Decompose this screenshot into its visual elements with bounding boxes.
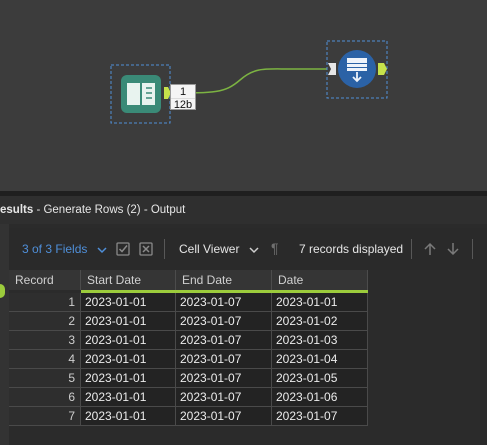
output-anchor[interactable] [378, 63, 387, 75]
results-title-bold: esults [0, 204, 34, 216]
column-header-start-date[interactable]: Start Date [81, 270, 176, 290]
results-side-strip [0, 224, 9, 445]
date-cell[interactable]: 2023-01-06 [272, 388, 368, 407]
record-number-cell: 4 [9, 350, 81, 369]
results-title-subtitle: - Generate Rows (2) - Output [33, 204, 186, 216]
record-number-cell: 2 [9, 312, 81, 331]
chevron-down-icon [97, 247, 107, 253]
start-date-cell[interactable]: 2023-01-01 [81, 331, 176, 350]
select-all-icon[interactable] [116, 242, 130, 256]
pilcrow-icon[interactable]: ¶ [271, 240, 279, 256]
end-date-cell[interactable]: 2023-01-07 [176, 350, 272, 369]
start-date-cell[interactable]: 2023-01-01 [81, 369, 176, 388]
date-cell[interactable]: 2023-01-07 [272, 407, 368, 426]
arrow-down-icon[interactable] [446, 242, 460, 256]
workflow-canvas[interactable]: 1 12b [0, 0, 487, 191]
workflow-diagram [110, 40, 388, 124]
record-count-top: 1 [179, 86, 187, 98]
toolbar-separator [472, 239, 473, 259]
column-header-end-date[interactable]: End Date [176, 270, 272, 290]
results-toolbar: 3 of 3 Fields Cell Viewer ¶ 7 records di… [9, 228, 487, 270]
browse-tool[interactable] [326, 40, 388, 99]
start-date-cell[interactable]: 2023-01-01 [81, 407, 176, 426]
input-anchor[interactable] [328, 63, 336, 75]
table-row[interactable]: 2 2023-01-01 2023-01-07 2023-01-02 [9, 312, 368, 331]
record-number-cell: 5 [9, 369, 81, 388]
date-cell[interactable]: 2023-01-03 [272, 331, 368, 350]
end-date-cell[interactable]: 2023-01-07 [176, 369, 272, 388]
date-cell[interactable]: 2023-01-01 [272, 293, 368, 312]
cell-viewer-dropdown[interactable]: Cell Viewer [179, 242, 259, 256]
date-cell[interactable]: 2023-01-04 [272, 350, 368, 369]
results-header: esults - Generate Rows (2) - Output [0, 196, 487, 224]
start-date-cell[interactable]: 2023-01-01 [81, 293, 176, 312]
end-date-cell[interactable]: 2023-01-07 [176, 407, 272, 426]
end-date-cell[interactable]: 2023-01-07 [176, 293, 272, 312]
arrow-up-icon[interactable] [423, 242, 437, 256]
table-row[interactable]: 6 2023-01-01 2023-01-07 2023-01-06 [9, 388, 368, 407]
connection-record-count: 1 12b [170, 84, 196, 111]
records-displayed-label: 7 records displayed [299, 242, 404, 256]
end-date-cell[interactable]: 2023-01-07 [176, 331, 272, 350]
end-date-cell[interactable]: 2023-01-07 [176, 312, 272, 331]
table-row[interactable]: 1 2023-01-01 2023-01-07 2023-01-01 [9, 293, 368, 312]
fields-label: 3 of 3 Fields [22, 242, 88, 256]
end-date-cell[interactable]: 2023-01-07 [176, 388, 272, 407]
deselect-all-icon[interactable] [139, 242, 153, 256]
record-number-cell: 1 [9, 293, 81, 312]
table-row[interactable]: 5 2023-01-01 2023-01-07 2023-01-05 [9, 369, 368, 388]
date-cell[interactable]: 2023-01-02 [272, 312, 368, 331]
table-row[interactable]: 7 2023-01-01 2023-01-07 2023-01-07 [9, 407, 368, 426]
generate-rows-tool[interactable] [110, 64, 171, 124]
record-count-bottom: 12b [171, 98, 195, 111]
date-cell[interactable]: 2023-01-05 [272, 369, 368, 388]
record-number-cell: 6 [9, 388, 81, 407]
record-number-cell: 7 [9, 407, 81, 426]
start-date-cell[interactable]: 2023-01-01 [81, 312, 176, 331]
column-header-record[interactable]: Record [9, 270, 81, 290]
toolbar-separator [164, 239, 165, 259]
start-date-cell[interactable]: 2023-01-01 [81, 350, 176, 369]
toolbar-separator [411, 239, 412, 259]
table-row[interactable]: 3 2023-01-01 2023-01-07 2023-01-03 [9, 331, 368, 350]
table-row[interactable]: 4 2023-01-01 2023-01-07 2023-01-04 [9, 350, 368, 369]
cell-viewer-label: Cell Viewer [179, 242, 240, 256]
start-date-cell[interactable]: 2023-01-01 [81, 388, 176, 407]
record-number-cell: 3 [9, 331, 81, 350]
column-header-date[interactable]: Date [272, 270, 368, 290]
fields-selector[interactable]: 3 of 3 Fields [22, 242, 107, 256]
chevron-down-icon [249, 247, 259, 253]
